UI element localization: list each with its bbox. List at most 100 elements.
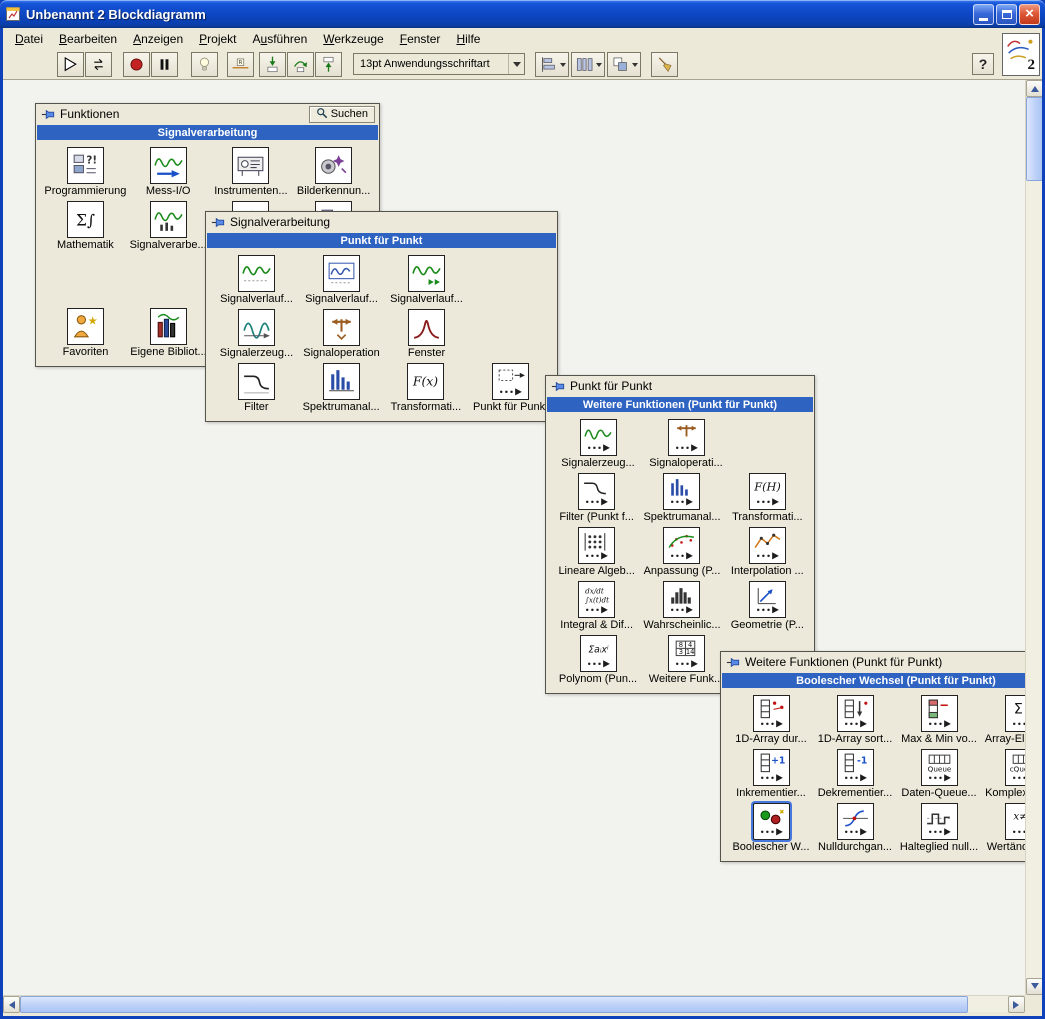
palette-item[interactable]: Signalverlauf...: [384, 253, 469, 306]
scroll-right-button[interactable]: [1008, 996, 1025, 1013]
measurement-io-icon[interactable]: [149, 147, 187, 184]
palette-category-header[interactable]: Boolescher Wechsel (Punkt für Punkt): [722, 673, 1025, 688]
interpolation-icon[interactable]: [748, 527, 786, 564]
palette-item[interactable]: Σaᵢxⁱ Polynom (Pun...: [554, 633, 642, 686]
palette-item[interactable]: ★ Favoriten: [44, 306, 127, 359]
palette-item[interactable]: Interpolation ...: [725, 525, 810, 578]
array-search-icon[interactable]: [752, 695, 790, 732]
palette-item[interactable]: Filter: [214, 361, 299, 414]
boolean-crossing-icon[interactable]: [752, 803, 790, 840]
filter-ptbypt-icon[interactable]: [578, 473, 616, 510]
palette-category-header[interactable]: Signalverarbeitung: [37, 125, 378, 140]
palette-item[interactable]: Signalerzeug...: [554, 417, 642, 470]
signal-generation-icon[interactable]: [238, 309, 275, 346]
programming-palette-icon[interactable]: ?!: [66, 147, 104, 184]
palette-titlebar[interactable]: Weitere Funktionen (Punkt für Punkt): [721, 652, 1025, 672]
value-change-icon[interactable]: x≠y: [1004, 803, 1025, 840]
reorder-objects-dropdown[interactable]: [607, 51, 641, 77]
palette-item[interactable]: -1 Dekrementier...: [813, 747, 897, 800]
zero-hold-icon[interactable]: [920, 803, 958, 840]
mathematics-icon[interactable]: Σ∫: [66, 201, 104, 238]
palette-item[interactable]: Σ∫ Mathematik: [44, 199, 127, 252]
horizontal-scrollbar[interactable]: [3, 995, 1025, 1013]
geometry-icon[interactable]: [748, 581, 786, 618]
scroll-up-button[interactable]: [1026, 80, 1042, 97]
filter-icon[interactable]: [237, 363, 275, 400]
menu-ausführen[interactable]: Ausführen: [245, 29, 316, 49]
palette-item[interactable]: 1D-Array dur...: [729, 693, 813, 746]
menu-datei[interactable]: Datei: [7, 29, 51, 49]
vertical-scroll-thumb[interactable]: [1026, 97, 1042, 181]
array-maxmin-icon[interactable]: [920, 695, 958, 732]
menu-fenster[interactable]: Fenster: [392, 29, 449, 49]
point-by-point-icon[interactable]: [492, 363, 530, 400]
instrument-io-icon[interactable]: [232, 147, 270, 184]
palette-item[interactable]: Nulldurchgan...: [813, 801, 897, 854]
step-over-button[interactable]: [287, 51, 314, 77]
complex-queue-icon[interactable]: cQueue: [1004, 749, 1025, 786]
palette-item[interactable]: Σ Array-Elemen...: [981, 693, 1025, 746]
pin-icon[interactable]: [726, 657, 740, 668]
probability-icon[interactable]: [663, 581, 701, 618]
palette-item[interactable]: Fenster: [384, 307, 469, 360]
signal-operation-icon[interactable]: [323, 309, 360, 346]
close-button[interactable]: ×: [1019, 3, 1040, 25]
palette-item[interactable]: Wahrscheinlic...: [639, 579, 724, 632]
vision-motion-icon[interactable]: [315, 147, 353, 184]
transforms-icon[interactable]: F(x): [407, 363, 445, 400]
menu-werkzeuge[interactable]: Werkzeuge: [315, 29, 391, 49]
block-diagram-canvas[interactable]: Funktionen Suchen Signalverarbeitung?! Prog…: [3, 80, 1025, 995]
palette-item[interactable]: Signaloperati...: [642, 417, 730, 470]
run-continuous-button[interactable]: [85, 51, 112, 77]
waveform-conditioning-icon[interactable]: [323, 255, 360, 292]
data-queue-icon[interactable]: Queue: [920, 749, 958, 786]
palette-category-header[interactable]: Weitere Funktionen (Punkt für Punkt): [547, 397, 813, 412]
palette-item[interactable]: Bilderkennun...: [292, 145, 375, 198]
palette-titlebar[interactable]: Punkt für Punkt: [546, 376, 814, 396]
user-libraries-icon[interactable]: [150, 308, 187, 345]
palette-item[interactable]: Signaloperation: [299, 307, 384, 360]
palette-titlebar[interactable]: Signalverarbeitung: [206, 212, 557, 232]
decrement-icon[interactable]: -1: [836, 749, 874, 786]
search-button[interactable]: Suchen: [308, 105, 375, 123]
horizontal-scroll-thumb[interactable]: [20, 996, 968, 1013]
palette-item[interactable]: F(H) Transformati...: [725, 471, 810, 524]
menu-bearbeiten[interactable]: Bearbeiten: [51, 29, 125, 49]
step-into-button[interactable]: [259, 51, 286, 77]
menu-anzeigen[interactable]: Anzeigen: [125, 29, 191, 49]
menu-hilfe[interactable]: Hilfe: [448, 29, 488, 49]
polynomial-icon[interactable]: Σaᵢxⁱ: [579, 635, 617, 672]
other-functions-icon[interactable]: 8 4 3 14: [667, 635, 705, 672]
palette-item[interactable]: +1 Inkrementier...: [729, 747, 813, 800]
integral-derivative-icon[interactable]: dx/dt ∫x(t)dt: [578, 581, 616, 618]
abort-button[interactable]: [123, 51, 150, 77]
signal-generation-ptbypt-icon[interactable]: [579, 419, 617, 456]
scroll-down-button[interactable]: [1026, 978, 1042, 995]
palette-item[interactable]: 1D-Array sort...: [813, 693, 897, 746]
palette-item[interactable]: cQueue Komplexe Qu...: [981, 747, 1025, 800]
minimize-button[interactable]: [973, 3, 994, 25]
retain-wire-values-button[interactable]: R: [227, 51, 254, 77]
palette-item[interactable]: Filter (Punkt f...: [554, 471, 639, 524]
palette-item[interactable]: Queue Daten-Queue...: [897, 747, 981, 800]
array-sort-icon[interactable]: [836, 695, 874, 732]
window-function-icon[interactable]: [408, 309, 445, 346]
font-selector[interactable]: 13pt Anwendungsschriftart: [353, 53, 525, 75]
palette-item[interactable]: x≠y Wertänderun...: [981, 801, 1025, 854]
signal-operation-ptbypt-icon[interactable]: [667, 419, 705, 456]
align-objects-dropdown[interactable]: [535, 51, 569, 77]
spectral-ptbypt-icon[interactable]: [663, 473, 701, 510]
palette-item[interactable]: Signalverlauf...: [299, 253, 384, 306]
palette-item[interactable]: Instrumenten...: [210, 145, 293, 198]
vi-icon[interactable]: 2: [1002, 33, 1040, 76]
pin-icon[interactable]: [551, 381, 565, 392]
menu-projekt[interactable]: Projekt: [191, 29, 244, 49]
highlight-execution-button[interactable]: [191, 51, 218, 77]
palette-item[interactable]: Boolescher W...: [729, 801, 813, 854]
vertical-scrollbar[interactable]: [1025, 80, 1042, 995]
palette-titlebar[interactable]: Funktionen Suchen: [36, 104, 379, 124]
cleanup-diagram-button[interactable]: [651, 51, 678, 77]
palette-category-header[interactable]: Punkt für Punkt: [207, 233, 556, 248]
palette-item[interactable]: Signalverarbe...: [127, 199, 210, 252]
palette-item[interactable]: F(x) Transformati...: [384, 361, 469, 414]
